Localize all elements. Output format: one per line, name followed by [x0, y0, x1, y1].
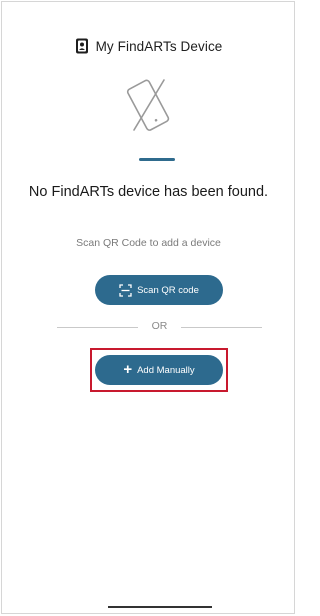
- page-title: My FindARTs Device: [95, 38, 223, 54]
- add-manually-button-label: Add Manually: [137, 364, 195, 376]
- add-manually-button[interactable]: + Add Manually: [95, 355, 223, 385]
- plus-icon: +: [123, 361, 133, 378]
- qr-scan-icon: [119, 283, 132, 297]
- or-text: OR: [151, 320, 168, 332]
- empty-state-message: No FindARTs device has been found.: [28, 184, 269, 200]
- divider-line-right: [181, 327, 262, 328]
- hero-underline: [139, 158, 175, 161]
- phone-device-icon: [75, 38, 89, 54]
- or-divider: OR: [0, 320, 297, 334]
- scan-qr-button[interactable]: Scan QR code: [95, 275, 223, 305]
- home-indicator: [108, 606, 212, 608]
- divider-line-left: [57, 327, 138, 328]
- page-header: My FindARTs Device: [0, 35, 297, 57]
- scan-qr-button-label: Scan QR code: [137, 284, 199, 296]
- scan-hint-text: Scan QR Code to add a device: [76, 237, 221, 249]
- device-not-found-icon: [126, 72, 172, 142]
